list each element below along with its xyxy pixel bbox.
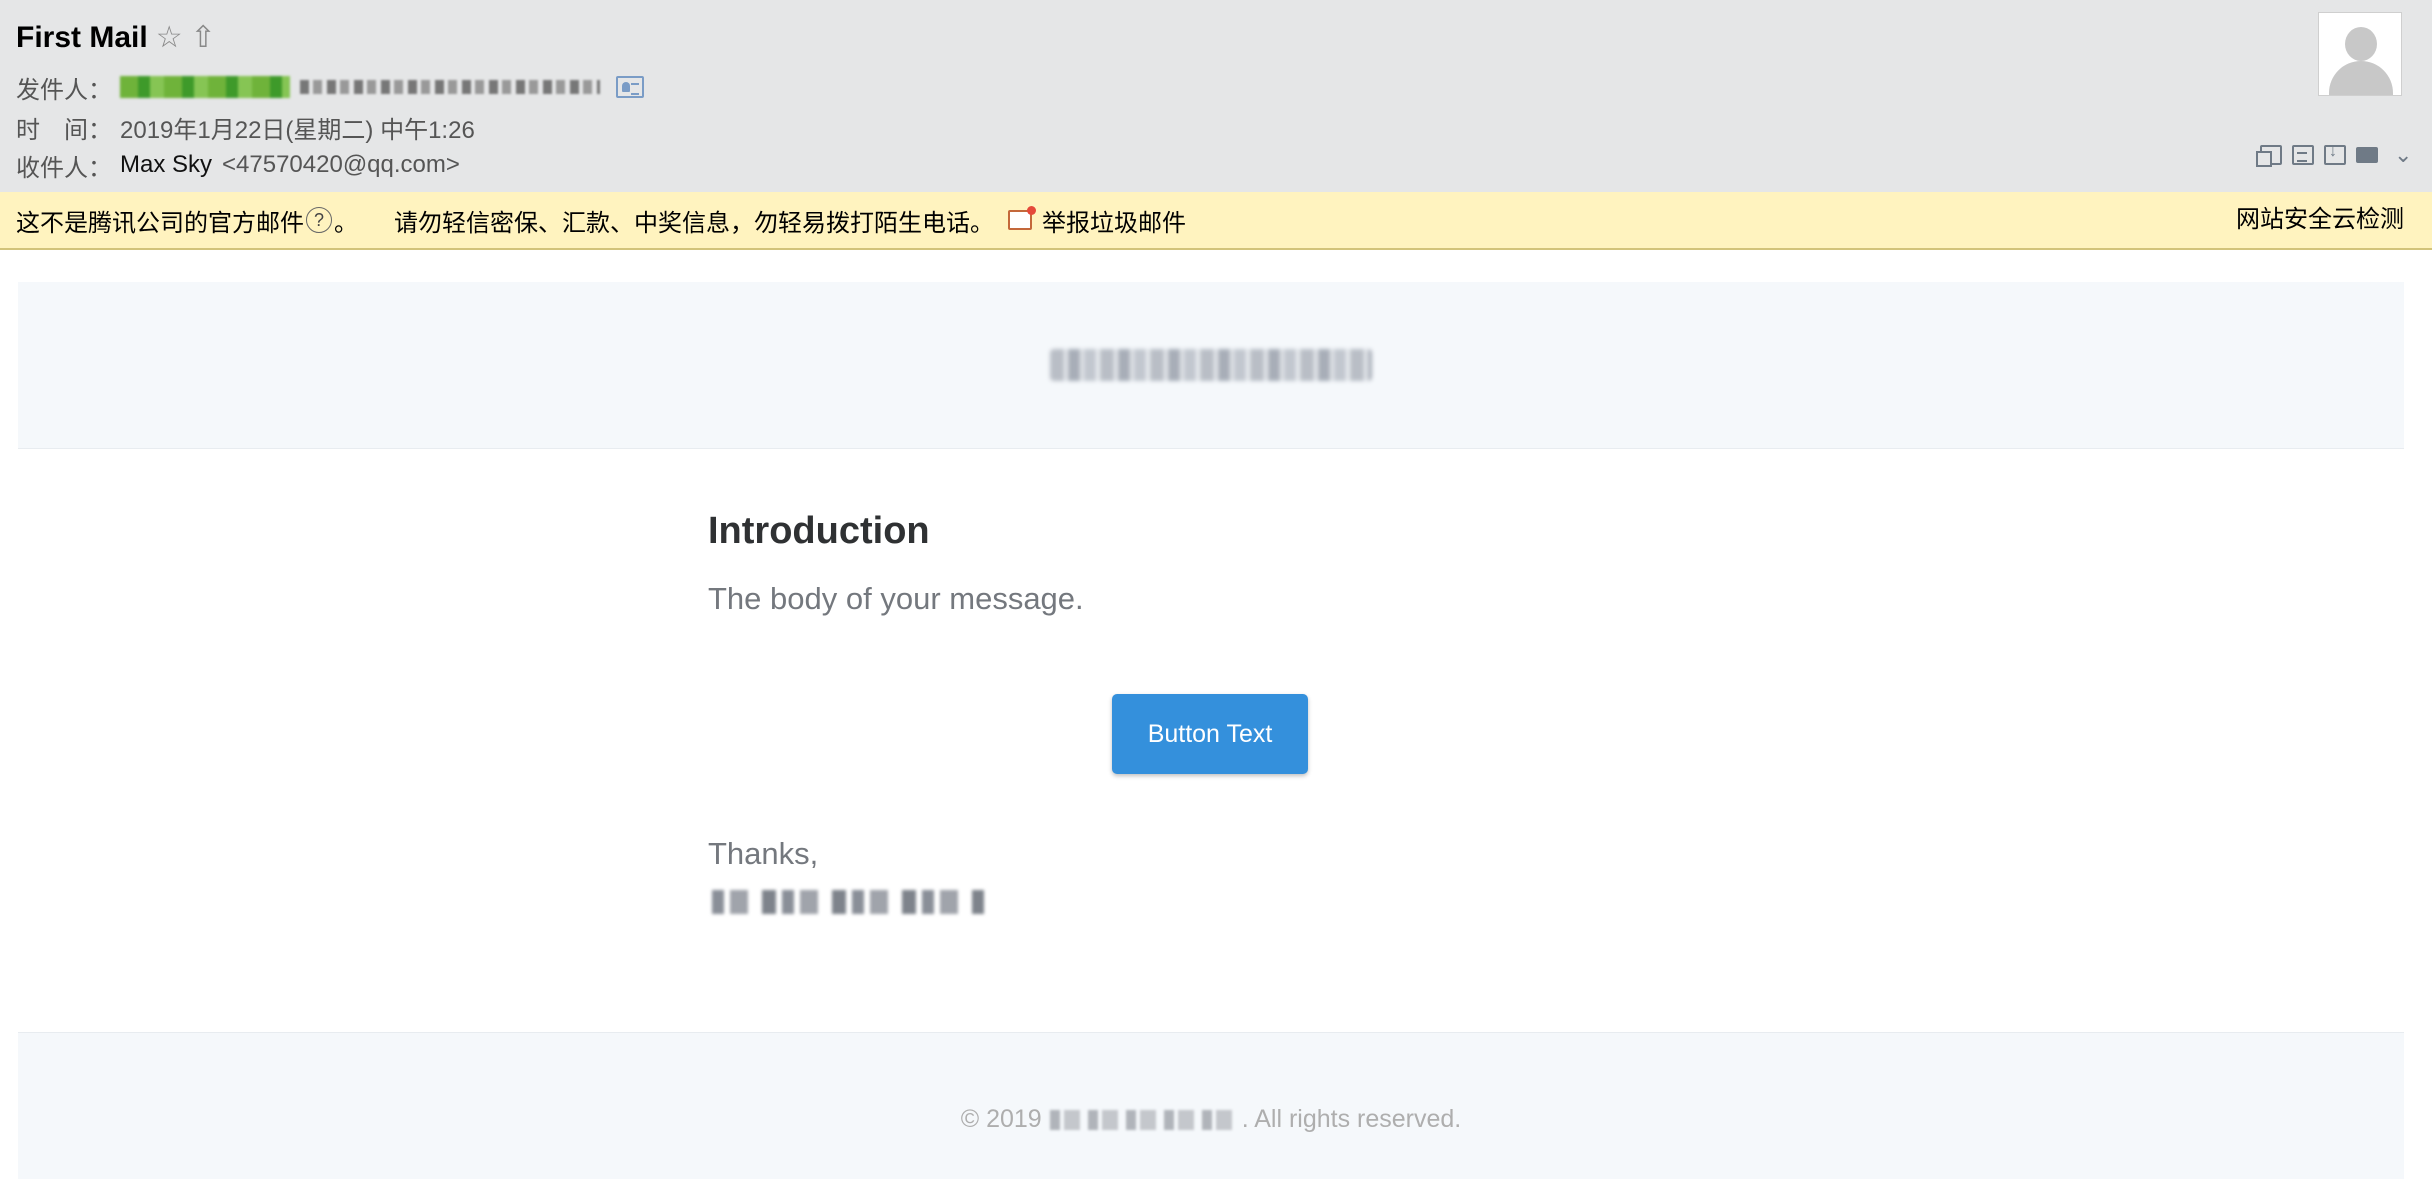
recipient-row: 收件人： Max Sky <47570420@qq.com> — [16, 148, 460, 182]
sender-email-redacted[interactable] — [300, 80, 600, 94]
security-check-link[interactable]: 网站安全云检测 — [2236, 192, 2404, 248]
avatar[interactable] — [2318, 12, 2402, 96]
chevron-down-icon[interactable]: ⌄ — [2394, 144, 2412, 166]
app-name-redacted[interactable] — [1050, 349, 1372, 381]
mail-header: First Mail ☆ ⇧ 发件人： 时 间： 2019年1月22日(星期二)… — [0, 0, 2432, 192]
avatar-head — [2345, 27, 2377, 61]
report-icon[interactable] — [1008, 206, 1036, 230]
warning-advice: 请勿轻信密保、汇款、中奖信息，勿轻易拨打陌生电话。 — [394, 209, 994, 237]
recipient-label: 收件人： — [16, 154, 112, 182]
email-banner — [18, 282, 2404, 449]
warning-period: 。 — [334, 209, 358, 237]
time-label: 时 间： — [16, 116, 112, 144]
recipient-name[interactable]: Max Sky — [120, 151, 212, 179]
thanks-text: Thanks, — [708, 836, 819, 871]
report-spam-link[interactable]: 举报垃圾邮件 — [1042, 203, 1186, 238]
copyright-prefix: © 2019 — [960, 1105, 1042, 1133]
company-name-redacted — [1049, 1109, 1240, 1130]
star-icon[interactable]: ☆ — [156, 23, 183, 53]
new-window-icon[interactable] — [2256, 145, 2282, 167]
share-icon[interactable]: ⇧ — [191, 23, 216, 53]
intro-heading: Introduction — [708, 510, 930, 552]
copyright-suffix: . All rights reserved. — [1241, 1105, 1462, 1133]
help-icon[interactable]: ? — [306, 207, 332, 233]
subject-row: First Mail ☆ ⇧ — [16, 16, 216, 60]
email-content: Introduction The body of your message. B… — [708, 510, 1728, 914]
avatar-body — [2329, 61, 2393, 95]
warning-text: 这不是腾讯公司的官方邮件 — [16, 209, 304, 237]
note-icon[interactable] — [2292, 145, 2314, 165]
footer-line: © 2019 . All rights reserved. — [18, 1105, 2404, 1134]
time-value: 2019年1月22日(星期二) 中午1:26 — [120, 116, 475, 144]
signature-redacted — [712, 890, 984, 914]
sender-row: 发件人： — [16, 70, 644, 104]
button-wrap: Button Text — [708, 694, 1712, 774]
time-row: 时 间： 2019年1月22日(星期二) 中午1:26 — [16, 110, 475, 144]
sender-name-redacted[interactable] — [120, 76, 290, 98]
contact-card-icon[interactable] — [616, 76, 644, 98]
mail-subject: First Mail — [16, 21, 148, 54]
email-footer: © 2019 . All rights reserved. — [18, 1032, 2404, 1179]
download-icon[interactable] — [2324, 143, 2346, 165]
mail-toolbar: ⌄ — [2250, 142, 2412, 168]
print-icon[interactable] — [2356, 147, 2378, 163]
message-body: The body of your message. — [708, 581, 1084, 616]
warning-bar: 这不是腾讯公司的官方邮件 ? 。 请勿轻信密保、汇款、中奖信息，勿轻易拨打陌生电… — [0, 192, 2432, 250]
recipient-email[interactable]: <47570420@qq.com> — [222, 151, 460, 179]
action-button[interactable]: Button Text — [1112, 694, 1308, 774]
sender-label: 发件人： — [16, 76, 112, 104]
